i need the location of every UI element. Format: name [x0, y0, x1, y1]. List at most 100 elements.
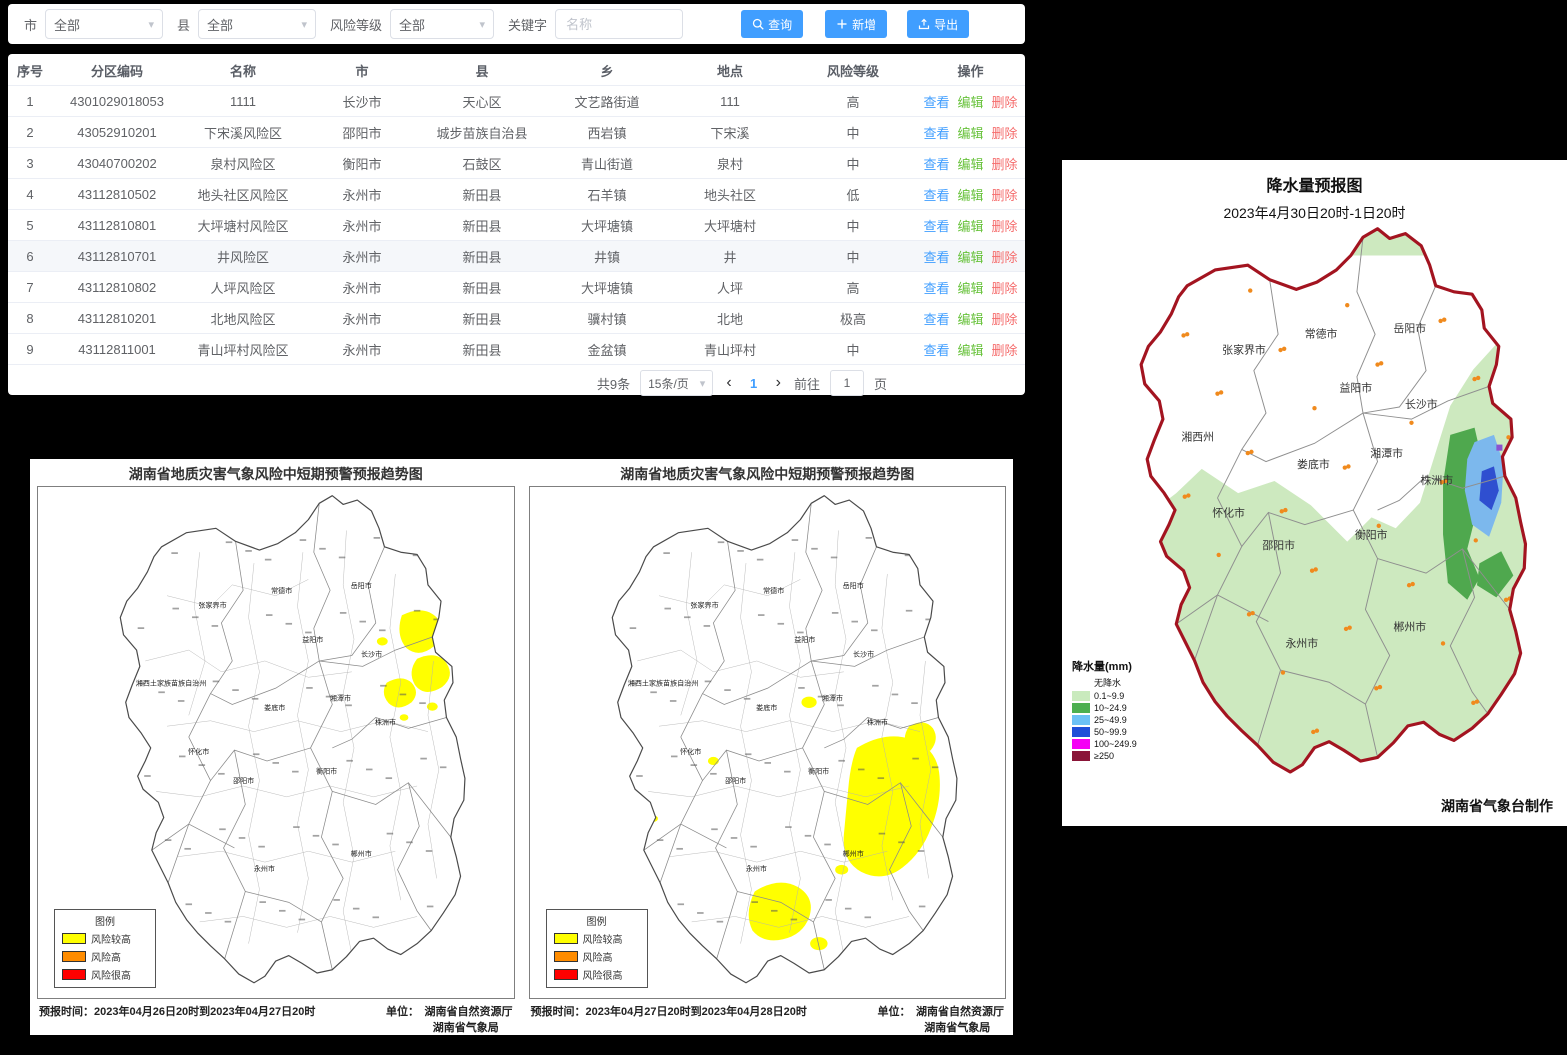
- risk-level-select[interactable]: 全部 ▾: [390, 9, 494, 39]
- view-link[interactable]: 查看: [923, 281, 949, 296]
- table-row: 843112810201北地风险区永州市新田县骥村镇北地极高查看编辑删除: [8, 303, 1025, 334]
- county-select-value: 全部: [207, 15, 233, 34]
- cell-no: 4: [8, 179, 52, 210]
- trend-map-legend: 图例 风险较高风险高风险很高: [546, 909, 648, 988]
- cell-town: 大坪塘镇: [544, 272, 670, 303]
- trend-map-title: 湖南省地质灾害气象风险中短期预警预报趋势图: [529, 464, 1007, 484]
- legend-item: 无降水: [1072, 676, 1137, 689]
- unit-line2: 湖南省气象局: [878, 1019, 1005, 1035]
- edit-link[interactable]: 编辑: [957, 219, 983, 234]
- cell-place: 大坪塘村: [670, 210, 790, 241]
- legend-swatch: [1072, 715, 1090, 725]
- cell-county: 新田县: [420, 334, 544, 365]
- view-link[interactable]: 查看: [923, 126, 949, 141]
- cell-county: 城步苗族自治县: [420, 117, 544, 148]
- view-link[interactable]: 查看: [923, 188, 949, 203]
- cell-name: 大坪塘村风险区: [182, 210, 304, 241]
- del-link[interactable]: 删除: [992, 95, 1018, 110]
- svg-text:永州市: 永州市: [1285, 636, 1318, 650]
- next-page-button[interactable]: ›: [773, 375, 784, 391]
- cell-code: 43112810701: [52, 241, 182, 272]
- trend-map-footer: 预报时间：2023年04月27日20时到2023年04月28日20时 单位： 湖…: [529, 999, 1007, 1035]
- legend-label: 无降水: [1094, 676, 1121, 689]
- edit-link[interactable]: 编辑: [957, 95, 983, 110]
- svg-text:湘西土家族苗族自治州: 湘西土家族苗族自治州: [627, 679, 697, 688]
- risk-select-value: 全部: [399, 15, 425, 34]
- del-link[interactable]: 删除: [992, 312, 1018, 327]
- table-row: 943112811001青山坪村风险区永州市新田县金盆镇青山坪村中查看编辑删除: [8, 334, 1025, 365]
- legend-label: 25~49.9: [1094, 715, 1127, 725]
- pagination: 共9条 15条/页 ▾ ‹ 1 › 前往 页: [8, 367, 1025, 399]
- edit-link[interactable]: 编辑: [957, 250, 983, 265]
- table-header-row: 序号 分区编码 名称 市 县 乡 地点 风险等级 操作: [8, 55, 1025, 86]
- cell-name: 人坪风险区: [182, 272, 304, 303]
- page-size-select[interactable]: 15条/页 ▾: [640, 370, 713, 396]
- hunan-rain-map: 湘西州张家界市常德市岳阳市益阳市长沙市娄底市湘潭市株洲市怀化市邵阳市衡阳市永州市…: [1072, 218, 1557, 790]
- unit-credit: 单位： 湖南省自然资源厅 湖南省气象局: [878, 1003, 1005, 1035]
- view-link[interactable]: 查看: [923, 250, 949, 265]
- chevron-down-icon: ▾: [700, 377, 706, 390]
- cell-place: 青山坪村: [670, 334, 790, 365]
- prev-page-button[interactable]: ‹: [723, 375, 734, 391]
- edit-link[interactable]: 编辑: [957, 312, 983, 327]
- header-county: 县: [420, 55, 544, 86]
- legend-label: ≥250: [1094, 751, 1114, 761]
- cell-risk: 中: [790, 334, 916, 365]
- svg-text:永州市: 永州市: [745, 864, 766, 873]
- table-row: 243052910201下宋溪风险区邵阳市城步苗族自治县西岩镇下宋溪中查看编辑删…: [8, 117, 1025, 148]
- del-link[interactable]: 删除: [992, 157, 1018, 172]
- svg-text:常德市: 常德市: [1305, 326, 1338, 340]
- del-link[interactable]: 删除: [992, 250, 1018, 265]
- svg-text:娄底市: 娄底市: [756, 703, 777, 712]
- edit-link[interactable]: 编辑: [957, 157, 983, 172]
- risk-table-panel: 序号 分区编码 名称 市 县 乡 地点 风险等级 操作 143010290180…: [8, 54, 1025, 395]
- header-name: 名称: [182, 55, 304, 86]
- del-link[interactable]: 删除: [992, 281, 1018, 296]
- svg-text:张家界市: 张家界市: [690, 601, 718, 610]
- view-link[interactable]: 查看: [923, 219, 949, 234]
- export-button-label: 导出: [934, 16, 958, 33]
- cell-code: 43112810801: [52, 210, 182, 241]
- svg-text:郴州市: 郴州市: [1393, 620, 1426, 634]
- trend-map-legend: 图例 风险较高风险高风险很高: [54, 909, 156, 988]
- county-select[interactable]: 全部 ▾: [198, 9, 316, 39]
- edit-link[interactable]: 编辑: [957, 281, 983, 296]
- cell-county: 天心区: [420, 86, 544, 117]
- trend-map-2: 湖南省地质灾害气象风险中短期预警预报趋势图 湘西土家族苗族自治州张家界市常德市岳…: [522, 459, 1014, 1035]
- goto-page-input[interactable]: [830, 370, 864, 396]
- del-link[interactable]: 删除: [992, 219, 1018, 234]
- cell-place: 北地: [670, 303, 790, 334]
- add-button-label: 新增: [852, 16, 876, 33]
- legend-item: 风险高: [62, 949, 148, 964]
- cell-risk: 中: [790, 148, 916, 179]
- legend-item: 0.1~9.9: [1072, 691, 1137, 701]
- city-select[interactable]: 全部 ▾: [45, 9, 163, 39]
- add-button[interactable]: 新增: [825, 10, 887, 38]
- edit-link[interactable]: 编辑: [957, 343, 983, 358]
- view-link[interactable]: 查看: [923, 312, 949, 327]
- svg-text:益阳市: 益阳市: [302, 635, 323, 644]
- keyword-input[interactable]: [555, 9, 683, 39]
- search-button[interactable]: 查询: [741, 10, 803, 38]
- view-link[interactable]: 查看: [923, 95, 949, 110]
- edit-link[interactable]: 编辑: [957, 188, 983, 203]
- svg-text:益阳市: 益阳市: [794, 635, 815, 644]
- cell-ops: 查看编辑删除: [916, 179, 1025, 210]
- cell-risk: 中: [790, 210, 916, 241]
- table-row: 143010290180531111长沙市天心区文艺路街道111高查看编辑删除: [8, 86, 1025, 117]
- svg-text:怀化市: 怀化市: [1212, 506, 1245, 520]
- edit-link[interactable]: 编辑: [957, 126, 983, 141]
- del-link[interactable]: 删除: [992, 126, 1018, 141]
- cell-place: 下宋溪: [670, 117, 790, 148]
- cell-city: 永州市: [304, 210, 420, 241]
- svg-text:衡阳市: 衡阳市: [808, 766, 829, 775]
- rain-forecast-panel: 降水量预报图 2023年4月30日20时-1日20时 湘西州张家界市常德市岳阳市…: [1062, 160, 1567, 826]
- del-link[interactable]: 删除: [992, 188, 1018, 203]
- view-link[interactable]: 查看: [923, 157, 949, 172]
- cell-code: 43112811001: [52, 334, 182, 365]
- view-link[interactable]: 查看: [923, 343, 949, 358]
- unit-credit: 单位： 湖南省自然资源厅 湖南省气象局: [386, 1003, 513, 1035]
- export-button[interactable]: 导出: [907, 10, 969, 38]
- del-link[interactable]: 删除: [992, 343, 1018, 358]
- page-number[interactable]: 1: [745, 376, 763, 391]
